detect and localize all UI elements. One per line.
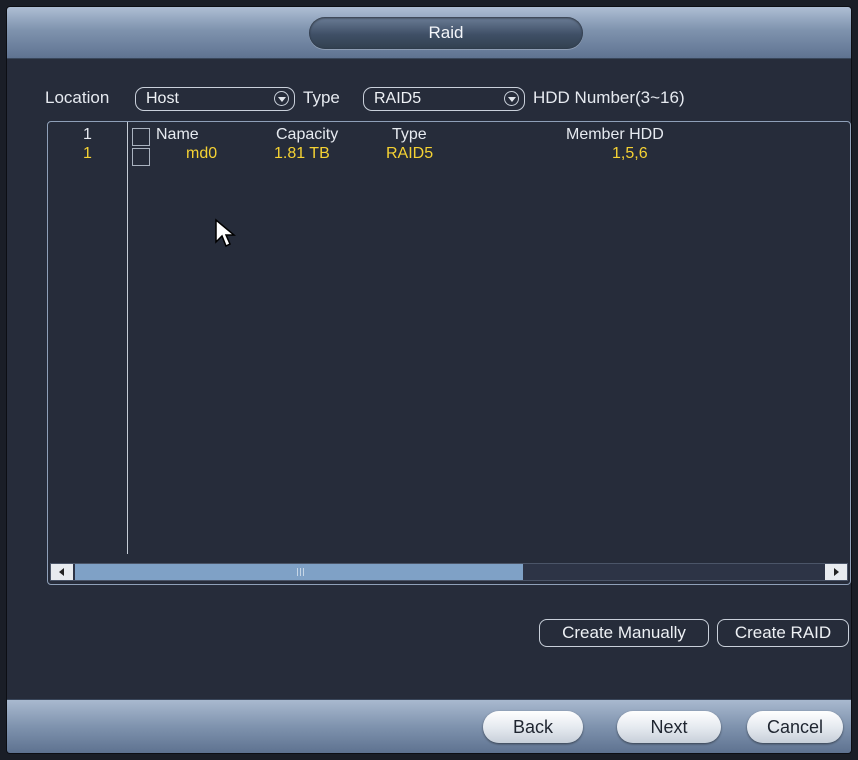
window-title: Raid bbox=[309, 17, 583, 49]
header-type[interactable]: Type bbox=[392, 126, 427, 144]
column-divider bbox=[127, 122, 128, 554]
type-select[interactable]: RAID5 bbox=[363, 87, 525, 111]
location-select[interactable]: Host bbox=[135, 87, 295, 111]
header-name[interactable]: Name bbox=[156, 126, 199, 144]
header-capacity[interactable]: Capacity bbox=[276, 126, 338, 144]
scroll-thumb[interactable] bbox=[75, 564, 523, 580]
row-index: 1 bbox=[83, 145, 92, 162]
row-name: md0 bbox=[186, 145, 218, 162]
raid-window: Raid Location Host Type RAID5 HDD Number… bbox=[6, 6, 852, 754]
header-member-hdd[interactable]: Member HDD bbox=[566, 126, 664, 144]
mouse-cursor-icon bbox=[215, 218, 236, 248]
create-manually-button[interactable]: Create Manually bbox=[539, 619, 709, 647]
location-value: Host bbox=[146, 90, 179, 107]
header-index: 1 bbox=[83, 126, 92, 143]
row-checkbox[interactable] bbox=[132, 148, 150, 166]
row-member-hdd: 1,5,6 bbox=[612, 145, 648, 162]
hdd-number-label: HDD Number(3~16) bbox=[533, 88, 685, 107]
row-type: RAID5 bbox=[386, 145, 434, 162]
create-raid-button[interactable]: Create RAID bbox=[717, 619, 849, 647]
row-capacity: 1.81 TB bbox=[274, 145, 330, 162]
next-button[interactable]: Next bbox=[617, 711, 721, 743]
dropdown-arrow-icon[interactable] bbox=[274, 91, 289, 106]
footer-bar: Back Next Cancel bbox=[7, 699, 851, 753]
horizontal-scrollbar[interactable] bbox=[50, 563, 848, 581]
select-all-checkbox[interactable] bbox=[132, 128, 150, 146]
scroll-left-icon[interactable] bbox=[51, 564, 73, 580]
scroll-right-icon[interactable] bbox=[825, 564, 847, 580]
raid-table: 1 Name Capacity Type Member HDD 1 md0 1.… bbox=[47, 121, 851, 585]
type-label: Type bbox=[303, 88, 340, 107]
location-label: Location bbox=[45, 88, 110, 107]
title-bar: Raid bbox=[7, 7, 851, 59]
cancel-button[interactable]: Cancel bbox=[747, 711, 843, 743]
type-value: RAID5 bbox=[374, 90, 422, 107]
dropdown-arrow-icon[interactable] bbox=[504, 91, 519, 106]
scroll-grip bbox=[297, 568, 305, 576]
back-button[interactable]: Back bbox=[483, 711, 583, 743]
